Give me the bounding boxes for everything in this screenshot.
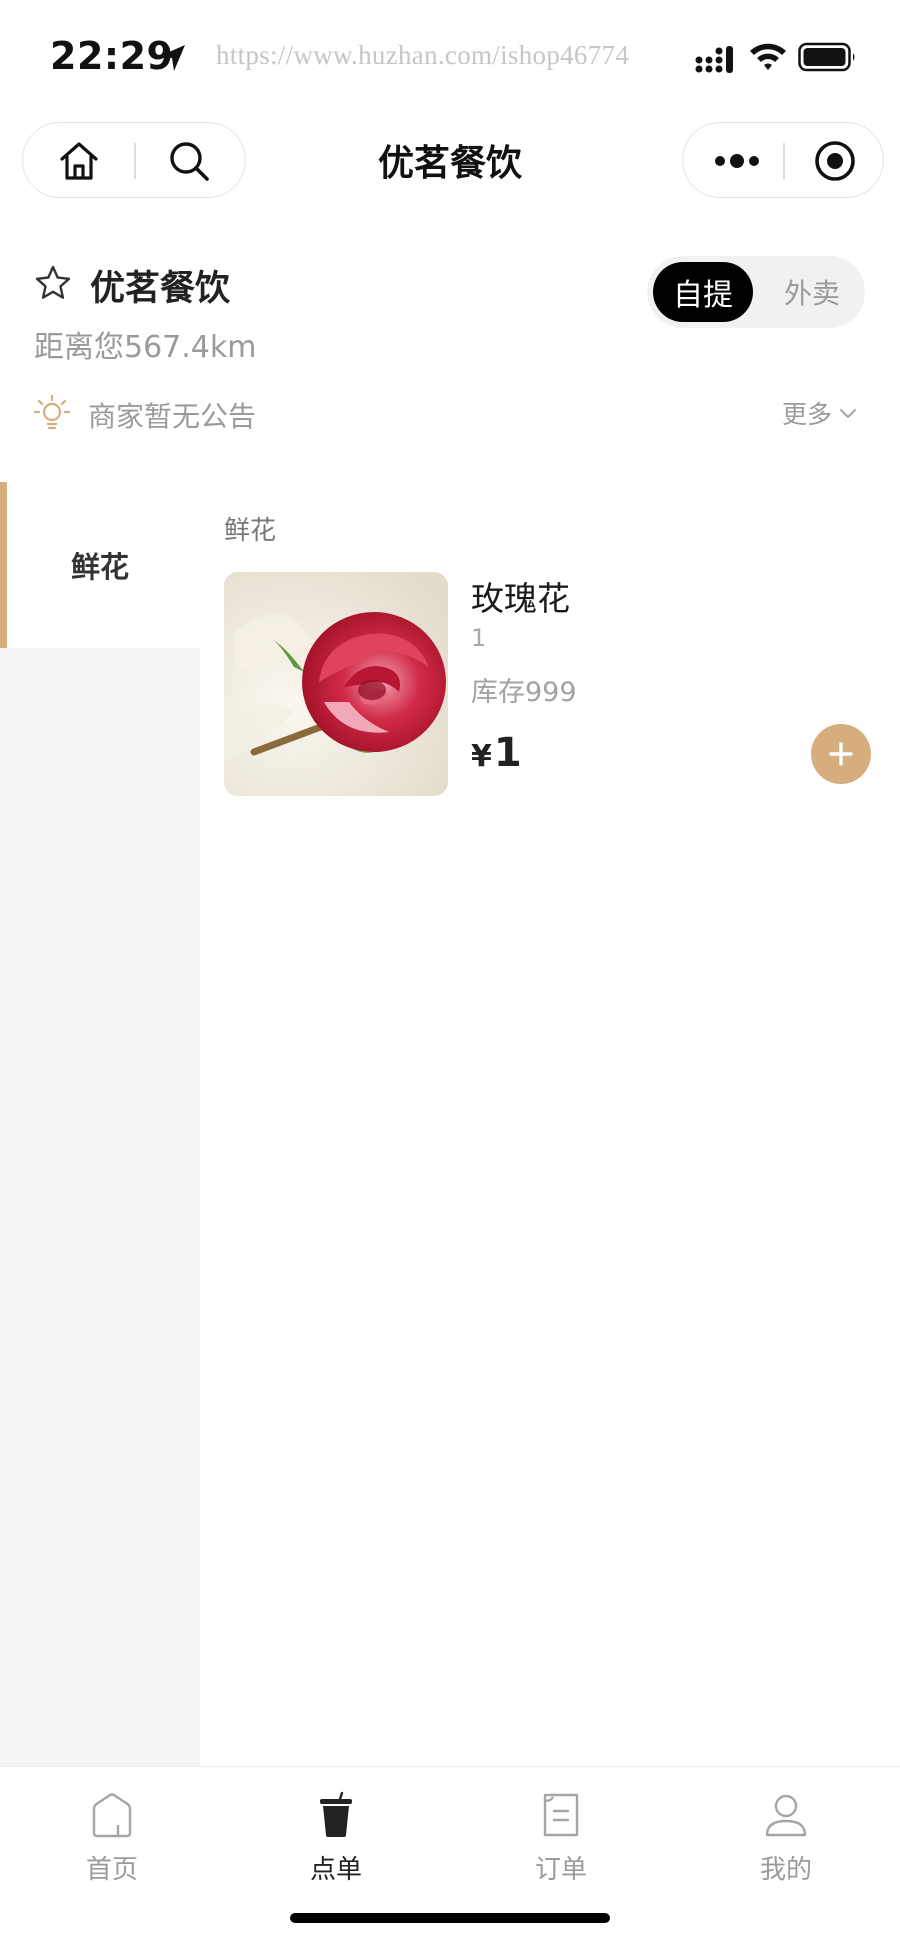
sidebar-item-flowers[interactable]: 鲜花 bbox=[0, 482, 200, 648]
delivery-mode-button[interactable]: 外卖 bbox=[765, 262, 859, 322]
target-close-icon bbox=[815, 141, 855, 181]
product-card[interactable]: 玫瑰花 1 库存999 ¥1 bbox=[224, 572, 884, 798]
user-icon bbox=[765, 1794, 807, 1837]
sidebar-item-label: 鲜花 bbox=[70, 550, 129, 584]
tab-orders[interactable]: 订单 bbox=[481, 1791, 641, 1901]
cup-icon bbox=[320, 1791, 352, 1837]
tab-label: 我的 bbox=[759, 1855, 812, 1885]
order-icon bbox=[543, 1793, 579, 1837]
wifi-icon bbox=[750, 43, 786, 70]
lightbulb-icon bbox=[34, 394, 70, 430]
product-image bbox=[224, 572, 448, 796]
product-stock: 库存999 bbox=[471, 677, 577, 708]
home-icon bbox=[92, 1793, 132, 1838]
chevron-down-icon bbox=[840, 409, 856, 418]
notice-text: 商家暂无公告 bbox=[88, 400, 257, 433]
tab-home[interactable]: 首页 bbox=[32, 1791, 192, 1901]
category-sidebar: 鲜花 bbox=[0, 482, 200, 1766]
product-description: 1 bbox=[471, 624, 487, 652]
more-options-button[interactable] bbox=[707, 135, 767, 187]
home-indicator-bar bbox=[290, 1913, 610, 1923]
favorite-star-icon[interactable] bbox=[34, 264, 72, 302]
cellular-signal-icon bbox=[695, 46, 733, 73]
status-bar: 22:29 https://www.huzhan.com/ishop46774 bbox=[0, 0, 900, 110]
notice-more-label: 更多 bbox=[782, 400, 833, 429]
tab-profile[interactable]: 我的 bbox=[706, 1791, 866, 1901]
tab-label: 订单 bbox=[534, 1855, 587, 1885]
product-name: 玫瑰花 bbox=[471, 579, 570, 618]
currency-symbol: ¥ bbox=[471, 739, 492, 774]
tab-label: 首页 bbox=[85, 1855, 138, 1885]
product-price: ¥1 bbox=[471, 730, 522, 776]
more-dots-icon bbox=[715, 154, 759, 168]
location-arrow-icon bbox=[160, 45, 185, 71]
watermark-text: https://www.huzhan.com/ishop46774 bbox=[216, 40, 630, 70]
nav-capsule-right bbox=[682, 122, 884, 198]
shop-name: 优茗餐饮 bbox=[90, 269, 231, 309]
active-indicator bbox=[0, 482, 7, 648]
plus-icon bbox=[829, 742, 853, 766]
rose-image bbox=[224, 572, 448, 796]
price-value: 1 bbox=[493, 730, 522, 776]
tab-order-menu[interactable]: 点单 bbox=[256, 1791, 416, 1901]
shop-distance: 距离您567.4km bbox=[34, 330, 257, 365]
close-miniprogram-button[interactable] bbox=[809, 135, 861, 187]
capsule-divider bbox=[783, 143, 785, 179]
tab-label: 点单 bbox=[309, 1855, 362, 1885]
category-section-title: 鲜花 bbox=[224, 516, 277, 546]
pickup-mode-button[interactable]: 自提 bbox=[653, 262, 753, 322]
add-to-cart-button[interactable] bbox=[811, 724, 871, 784]
battery-icon bbox=[798, 42, 855, 72]
notice-more-link[interactable]: 更多 bbox=[782, 395, 858, 431]
status-time: 22:29 bbox=[50, 34, 174, 78]
order-mode-toggle: 自提 外卖 bbox=[647, 256, 865, 328]
